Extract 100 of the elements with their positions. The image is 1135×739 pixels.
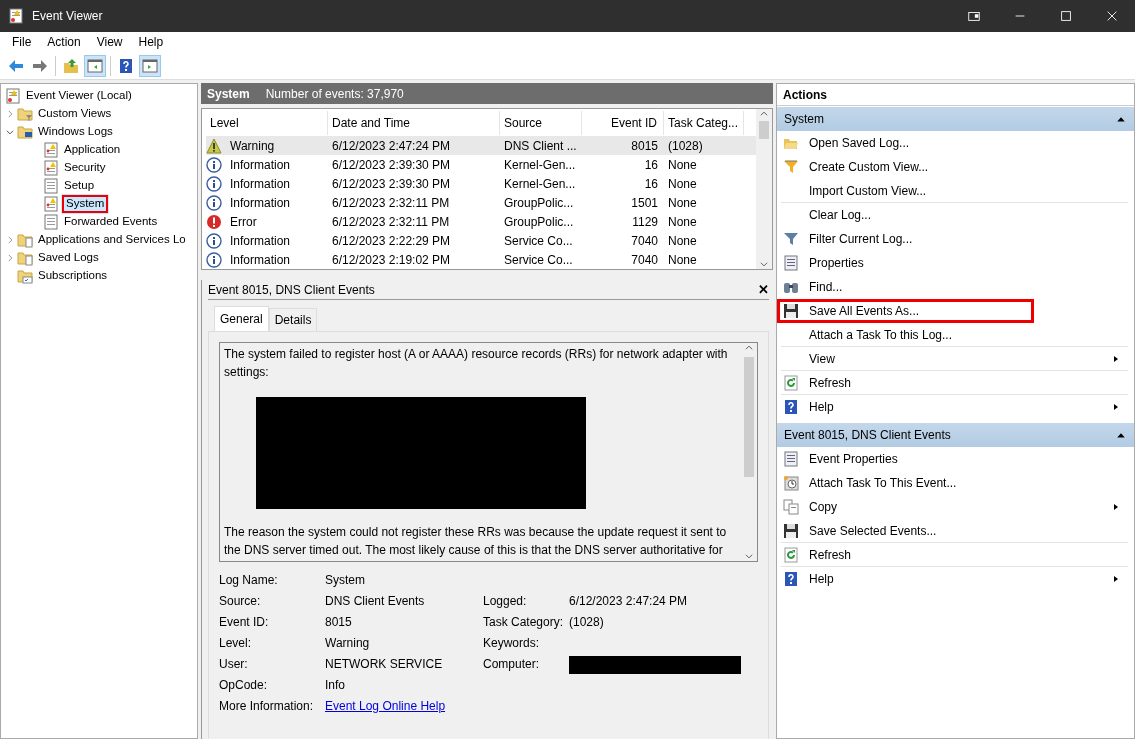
command-item[interactable]: Find...: [777, 275, 1128, 299]
level-text: Error: [229, 213, 257, 231]
menu-item[interactable]: File: [4, 33, 40, 51]
event-id-text: 1501: [630, 194, 659, 212]
warning-icon: [206, 137, 222, 154]
event-row[interactable]: Warning 6/12/2023 2:47:24 PM DNS Client ... 8015 (1028): [206, 136, 756, 155]
level-text: Information: [229, 232, 291, 250]
toolbar-button[interactable]: [139, 54, 161, 77]
app-icon: [8, 8, 24, 24]
command-item[interactable]: Create Custom View...: [777, 155, 1128, 179]
scrollbar[interactable]: [741, 343, 757, 561]
command-item[interactable]: Refresh: [781, 371, 1128, 395]
toolbar-button[interactable]: [84, 54, 106, 77]
section-header[interactable]: System: [777, 107, 1134, 131]
tree-item[interactable]: Custom Views: [35, 104, 115, 124]
tree-item[interactable]: Windows Logs: [35, 122, 116, 142]
folder-icon: [17, 232, 33, 248]
command-item[interactable]: Filter Current Log...: [777, 227, 1128, 251]
command-item[interactable]: Event Properties: [777, 447, 1128, 471]
field-value: Info: [325, 677, 346, 694]
field-label: Source:: [219, 593, 262, 610]
source-text: GroupPolic...: [503, 194, 575, 212]
expand-chevron-icon[interactable]: [5, 253, 15, 263]
scroll-thumb[interactable]: [744, 357, 754, 477]
help-icon: [118, 57, 134, 74]
info-icon: [206, 232, 222, 249]
category-text: None: [667, 156, 698, 174]
tree-item[interactable]: Application: [61, 140, 124, 160]
field-label: Level:: [219, 635, 253, 652]
tree-item[interactable]: Event Viewer (Local): [23, 86, 135, 106]
restore-pane-icon: [967, 9, 981, 23]
scroll-thumb[interactable]: [759, 121, 769, 139]
tree-item[interactable]: Saved Logs: [35, 248, 102, 268]
scrollbar[interactable]: [756, 109, 772, 269]
field-value: (1028): [569, 614, 605, 631]
details-title: Event 8015, DNS Client Events: [208, 281, 375, 299]
tree-item[interactable]: Forwarded Events: [61, 212, 161, 232]
source-text: Service Co...: [503, 251, 574, 269]
section-title: Event 8015, DNS Client Events: [784, 427, 951, 444]
command-item[interactable]: Refresh: [781, 543, 1128, 567]
command-item[interactable]: View: [781, 347, 1128, 371]
error-icon: [206, 213, 222, 230]
tree-item[interactable]: System: [61, 194, 110, 214]
date-text: 6/12/2023 2:32:11 PM: [331, 194, 451, 212]
help-icon: [783, 571, 799, 587]
column-header[interactable]: Event ID: [582, 111, 664, 135]
field-value: 6/12/2023 2:47:24 PM: [569, 593, 689, 610]
tab[interactable]: General: [214, 306, 269, 331]
save-icon: [783, 522, 799, 539]
field-label: Task Category:: [483, 614, 565, 631]
tab[interactable]: Details: [268, 308, 318, 331]
category-text: None: [667, 213, 698, 231]
event-id-text: 7040: [630, 251, 659, 269]
log-book-icon: [5, 88, 21, 104]
command-item[interactable]: Clear Log...: [777, 203, 1128, 227]
command-item[interactable]: Copy: [777, 495, 1128, 519]
menu-item[interactable]: View: [88, 33, 131, 51]
command-item[interactable]: Attach Task To This Event...: [777, 471, 1128, 495]
field-label: Event ID:: [219, 614, 270, 631]
window-title: Event Viewer: [32, 8, 104, 25]
expand-chevron-icon[interactable]: [5, 235, 15, 245]
field-value: 8015: [325, 614, 353, 631]
log-warning-icon: [43, 160, 59, 176]
event-row[interactable]: Information 6/12/2023 2:39:30 PM Kernel-Gen... 16 None: [206, 174, 756, 193]
tree-item[interactable]: Security: [61, 158, 109, 178]
menu-item[interactable]: Action: [39, 33, 89, 51]
command-item[interactable]: Import Custom View...: [781, 179, 1128, 203]
event-id-text: 1129: [631, 213, 659, 231]
tree-item[interactable]: Applications and Services Lo: [35, 230, 189, 250]
info-icon: [206, 175, 222, 192]
command-item[interactable]: Help: [777, 567, 1128, 591]
command-item[interactable]: Help: [777, 395, 1128, 419]
column-header[interactable]: Source: [500, 111, 582, 135]
event-row[interactable]: Error 6/12/2023 2:32:11 PM GroupPolic... 1129 None: [206, 212, 756, 231]
folder-icon: [63, 57, 79, 74]
level-text: Information: [229, 251, 291, 269]
expand-chevron-icon[interactable]: [5, 109, 15, 119]
command-item[interactable]: Properties: [777, 251, 1128, 275]
command-item[interactable]: Attach a Task To this Log...: [781, 323, 1128, 347]
section-header[interactable]: Event 8015, DNS Client Events: [777, 423, 1134, 447]
command-item[interactable]: Save All Events As...: [777, 299, 1034, 323]
column-header[interactable]: Task Categ...: [664, 111, 744, 135]
column-header[interactable]: Level: [206, 111, 328, 135]
close-button[interactable]: ✕: [758, 279, 769, 300]
field-label: Keywords:: [483, 635, 541, 652]
tree-item[interactable]: Subscriptions: [35, 266, 111, 286]
help-icon: [783, 399, 799, 415]
command-item[interactable]: Open Saved Log...: [777, 131, 1128, 155]
menu-item[interactable]: Help: [130, 33, 172, 51]
help-link[interactable]: Event Log Online Help: [325, 699, 446, 713]
column-header[interactable]: Date and Time: [328, 111, 500, 135]
event-row[interactable]: Information 6/12/2023 2:19:02 PM Service Co... 7040 None: [206, 250, 756, 269]
tree-item[interactable]: Setup: [61, 176, 98, 196]
command-item[interactable]: Save Selected Events...: [781, 519, 1128, 543]
level-text: Information: [229, 156, 291, 174]
event-row[interactable]: Information 6/12/2023 2:32:11 PM GroupPolic... 1501 None: [206, 193, 756, 212]
collapse-chevron-icon[interactable]: [5, 127, 15, 137]
source-text: Kernel-Gen...: [503, 156, 577, 174]
event-row[interactable]: Information 6/12/2023 2:22:29 PM Service Co... 7040 None: [206, 231, 756, 250]
event-row[interactable]: Information 6/12/2023 2:39:30 PM Kernel-Gen... 16 None: [206, 155, 756, 174]
